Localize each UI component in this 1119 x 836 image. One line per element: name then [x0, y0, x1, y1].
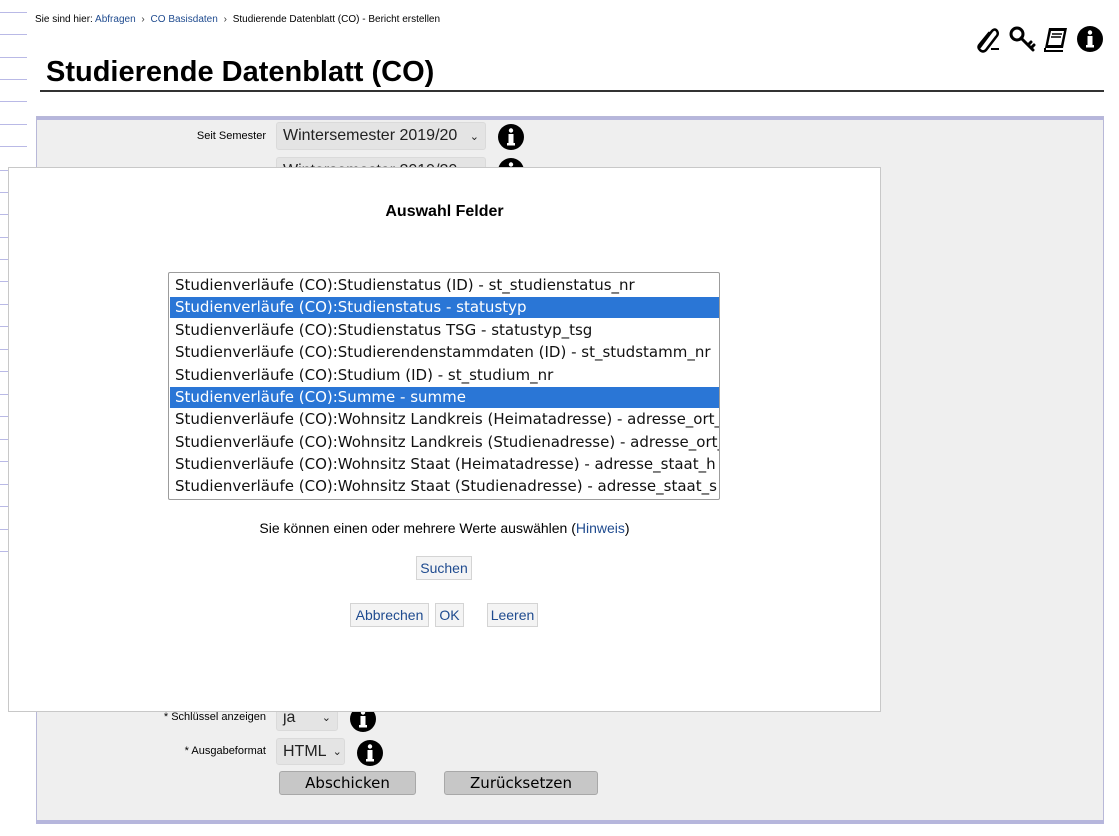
book-icon[interactable]	[1041, 24, 1071, 54]
panel-bottom-bar	[36, 820, 1104, 824]
schluessel-anzeigen-label: * Schlüssel anzeigen	[163, 711, 266, 723]
toolbar	[973, 24, 1105, 54]
hint-text: Sie können einen oder mehrere Werte ausw…	[259, 520, 576, 536]
page-title: Studierende Datenblatt (CO)	[46, 56, 435, 88]
panel-top-bar	[37, 117, 1103, 120]
search-button[interactable]: Suchen	[416, 556, 472, 580]
selection-hint: Sie können einen oder mehrere Werte ausw…	[9, 520, 880, 536]
list-option[interactable]: Studienverläufe (CO):Summe - summe	[170, 387, 719, 408]
reset-button[interactable]: Zurücksetzen	[444, 771, 598, 795]
clip-icon[interactable]	[973, 24, 1003, 54]
list-option[interactable]: Studienverläufe (CO):Studienstatus - sta…	[170, 297, 719, 318]
cancel-button[interactable]: Abbrechen	[350, 603, 429, 627]
list-option[interactable]: Studienverläufe (CO):Studierendenstammda…	[170, 342, 719, 363]
ausgabeformat-label: * Ausgabeformat	[184, 745, 266, 757]
dialog-title: Auswahl Felder	[385, 203, 504, 220]
submit-button[interactable]: Abschicken	[279, 771, 416, 795]
list-option[interactable]: Studienverläufe (CO):Wohnsitz Staat (Hei…	[170, 454, 719, 475]
title-divider	[40, 90, 1104, 92]
hint-close: )	[624, 520, 630, 536]
info-icon[interactable]	[497, 123, 525, 151]
breadcrumb: Sie sind hier: Abfragen › CO Basisdaten …	[35, 14, 440, 25]
ok-button[interactable]: OK	[435, 603, 464, 627]
field-listbox[interactable]: Studienverläufe (CO):Studienstatus (ID) …	[168, 272, 720, 500]
info-icon[interactable]	[1075, 24, 1105, 54]
list-option[interactable]: Studienverläufe (CO):Studium (ID) - st_s…	[170, 365, 719, 386]
breadcrumb-prefix: Sie sind hier:	[35, 14, 93, 25]
hint-link[interactable]: Hinweis	[576, 520, 625, 536]
chevron-down-icon: ⌄	[321, 712, 331, 724]
ausgabeformat-select[interactable]: HTML ⌄	[276, 738, 345, 765]
breadcrumb-link-co-basisdaten[interactable]: CO Basisdaten	[151, 14, 218, 25]
clear-button[interactable]: Leeren	[487, 603, 538, 627]
info-icon[interactable]	[356, 739, 384, 767]
seit-semester-label: Seit Semester	[196, 130, 266, 142]
breadcrumb-current: Studierende Datenblatt (CO) - Bericht er…	[232, 14, 441, 25]
list-option[interactable]: Studienverläufe (CO):Studienstatus (ID) …	[170, 275, 719, 296]
chevron-down-icon: ⌄	[332, 746, 342, 758]
chevron-down-icon: ⌄	[469, 130, 479, 143]
list-option[interactable]: Studienverläufe (CO):Wohnsitz Landkreis …	[170, 432, 719, 453]
chevron-right-icon: ›	[141, 14, 145, 25]
list-option[interactable]: Studienverläufe (CO):Studienstatus TSG -…	[170, 320, 719, 341]
breadcrumb-link-abfragen[interactable]: Abfragen	[95, 14, 136, 25]
seit-semester-value: Wintersemester 2019/20	[283, 127, 458, 144]
key-icon[interactable]	[1007, 24, 1037, 54]
seit-semester-select[interactable]: Wintersemester 2019/20 ⌄	[276, 122, 486, 150]
chevron-right-icon: ›	[223, 14, 227, 25]
list-option[interactable]: Studienverläufe (CO):Wohnsitz Staat (Stu…	[170, 476, 719, 497]
list-option[interactable]: Studienverläufe (CO):Wohnsitz Landkreis …	[170, 409, 719, 430]
field-selection-dialog: Auswahl Felder Studienverläufe (CO):Stud…	[8, 167, 881, 712]
ausgabeformat-value: HTML	[283, 742, 327, 760]
